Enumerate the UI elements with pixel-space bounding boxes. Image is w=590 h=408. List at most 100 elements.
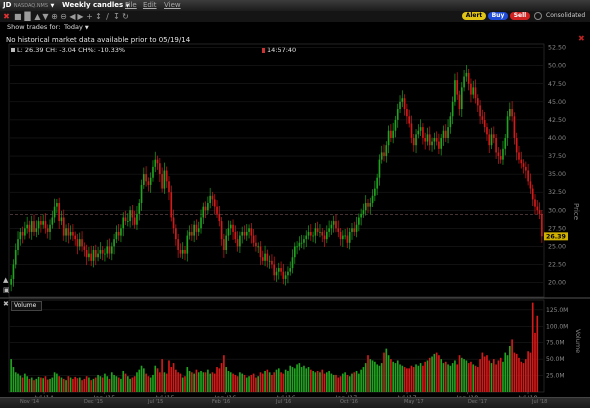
sell-button[interactable]: Sell [510,12,530,20]
volume-bar [28,378,31,392]
candle-body [90,253,93,261]
volume-bar [536,315,539,392]
volume-bar [147,376,150,392]
price-collapse-icon[interactable]: ▲ [3,277,8,284]
draw-icon[interactable]: ∕ [104,13,111,21]
move-left-icon[interactable]: ◀ [69,13,76,21]
close-window-icon[interactable]: ✖ [3,13,10,21]
price-axis-title: Price [572,203,580,220]
volume-bar [245,377,248,392]
volume-bar [106,376,109,392]
volume-bar [403,367,406,392]
candle-body [232,224,234,232]
zoom-out-icon[interactable]: ⊖ [60,13,67,21]
volume-bar [426,360,429,392]
menu-view[interactable]: View [164,1,181,10]
candle-body [419,127,422,131]
volume-bar [92,378,95,392]
volume-bar [225,367,227,392]
candle-body [399,101,401,110]
consolidated-label: Consolidated [546,12,586,19]
volume-bar [56,373,58,392]
volume-bar [335,374,337,392]
trades-filter-select[interactable]: Today ▼ [64,22,89,33]
volume-bar [390,359,392,392]
candle-body [522,163,525,167]
rotate-icon[interactable]: ↻ [122,13,129,21]
volume-bar [129,378,131,392]
candle-body [492,134,495,138]
candle-body [104,253,106,255]
volume-bar [289,365,292,392]
down-arrow-icon[interactable]: ▼ [42,13,49,21]
volume-bar [358,373,360,392]
candle-body [527,170,529,182]
volume-bar [456,364,459,392]
volume-collapse-icon[interactable]: ✖ [3,301,9,308]
price-tick-label: 47.50 [548,81,566,88]
chart-type-dropdown[interactable]: Weekly candles ▼ [62,1,130,11]
volume-bar [502,361,504,392]
candle-body [21,231,24,236]
candle-body [444,130,447,138]
candle-body [534,199,536,207]
candle-body [248,228,250,232]
volume-bar [463,359,465,392]
zoom-in-icon[interactable]: ⊕ [51,13,58,21]
volume-bar [444,361,447,392]
menu-file[interactable]: File [125,1,137,10]
candle-body [239,235,241,247]
candle-body [291,257,294,269]
menu-edit[interactable]: Edit [143,1,157,10]
candle-body [332,221,335,225]
volume-bar [376,364,378,392]
square-icon[interactable]: ■ [14,13,22,21]
volume-bar [387,355,390,392]
volume-bar [367,355,369,392]
volume-bar [14,372,17,392]
candle-body [12,264,15,279]
alert-button[interactable]: Alert [462,12,486,20]
candle-body [255,242,257,247]
price-tick-label: 37.50 [548,153,566,160]
link-icon[interactable] [534,12,542,20]
volume-bar [300,367,303,392]
candle-body [518,152,520,160]
candle-body [529,181,532,189]
up-arrow-icon[interactable]: ▲ [34,13,41,21]
time-range-bar[interactable]: Nov '14 Dec '15 Jul '15 Feb '16 Jul '16 Oct '… [0,397,590,408]
candle-body [490,134,493,146]
candle-body [433,137,436,142]
volume-bar [44,376,47,392]
candle-body [26,224,28,229]
volume-bar [88,377,90,392]
volume-bar [229,372,232,392]
volume-bar [239,372,241,392]
volume-bar [499,357,502,392]
move-right-icon[interactable]: ▶ [77,13,84,21]
candle-body [515,137,518,153]
price-lock-icon[interactable]: ▣ [3,287,10,294]
down-pointer-icon[interactable]: ↧ [113,13,120,21]
candle-body [243,231,246,236]
volume-tick-label: 75.0M [546,340,565,347]
volume-bar [78,377,81,392]
candle-body [165,170,168,182]
trades-filter-label: Show trades for: [7,23,61,31]
symbol-dropdown[interactable]: JD NASDAQ.NMS ▼ [3,1,54,11]
range-tick-label: Jul '16 [276,399,292,405]
bars-icon[interactable]: █ [24,13,31,21]
crosshair-icon[interactable]: + [86,13,93,21]
candle-body [126,221,129,222]
volume-bar [218,368,221,392]
pan-icon[interactable]: ↕ [95,13,102,21]
volume-bar [417,365,420,392]
volume-bar [264,370,266,392]
volume-bar [152,374,154,392]
buy-button[interactable]: Buy [488,12,508,20]
candle-body [442,130,445,138]
chart-area[interactable]: No historical market data available prio… [0,33,590,408]
candle-body [479,105,481,117]
candle-body [342,235,344,240]
volume-bar [159,372,161,392]
